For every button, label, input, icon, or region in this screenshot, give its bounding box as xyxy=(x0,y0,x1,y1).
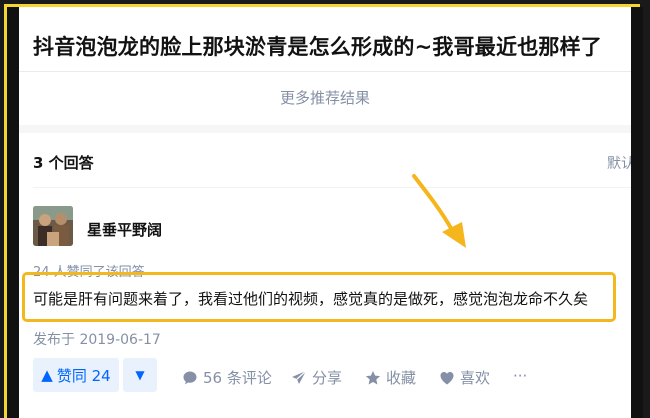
annotation-arrow-icon xyxy=(412,174,466,248)
